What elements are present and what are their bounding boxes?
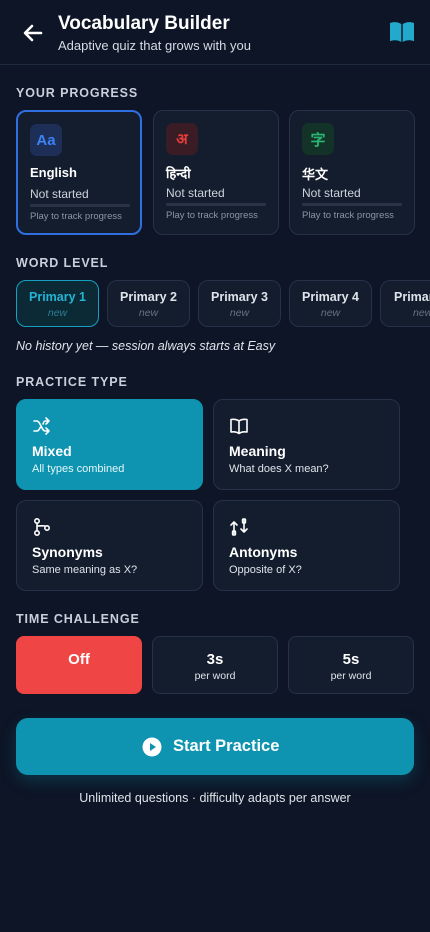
start-practice-button[interactable]: Start Practice: [16, 718, 414, 775]
level-name: Primary 4: [302, 290, 359, 304]
level-chip-primary-5[interactable]: Primary 5 new: [380, 280, 430, 327]
language-hint: Play to track progress: [30, 211, 122, 222]
language-name: 华文: [302, 167, 329, 182]
shuffle-icon: [33, 417, 50, 435]
level-status: new: [229, 307, 250, 319]
level-status: new: [47, 307, 68, 319]
time-option-off[interactable]: Off: [16, 636, 142, 694]
language-hint: Play to track progress: [302, 210, 394, 221]
section-label-word-level: WORD LEVEL: [16, 256, 109, 270]
language-glyph-icon: Aa: [30, 124, 62, 156]
level-chip-primary-2[interactable]: Primary 2 new: [107, 280, 190, 327]
footer-note: Unlimited questions · difficulty adapts …: [79, 791, 351, 805]
section-label-progress: YOUR PROGRESS: [16, 86, 139, 100]
language-card-chinese[interactable]: 字 华文 Not started Play to track progress: [289, 110, 415, 235]
practice-type-name: Mixed: [32, 443, 72, 459]
language-card-hindi[interactable]: अ हिन्दी Not started Play to track progr…: [153, 110, 279, 235]
start-practice-label: Start Practice: [173, 737, 280, 755]
language-progress-bar: [302, 203, 402, 206]
level-chip-primary-3[interactable]: Primary 3 new: [198, 280, 281, 327]
level-status: new: [320, 307, 341, 319]
book-open-icon: [230, 418, 248, 435]
level-chip-primary-4[interactable]: Primary 4 new: [289, 280, 372, 327]
level-name: Primary 5: [394, 290, 430, 304]
practice-type-desc: All types combined: [32, 463, 125, 475]
language-name: English: [30, 165, 77, 180]
time-option-unit: per word: [330, 670, 372, 682]
book-icon[interactable]: [389, 20, 415, 44]
play-circle-icon: [142, 737, 162, 757]
time-option-unit: per word: [194, 670, 236, 682]
time-option-5s[interactable]: 5s per word: [288, 636, 414, 694]
practice-type-mixed[interactable]: Mixed All types combined: [16, 399, 203, 490]
language-glyph-icon: 字: [302, 123, 334, 155]
practice-type-name: Antonyms: [229, 544, 298, 560]
level-history-note: No history yet — session always starts a…: [16, 339, 276, 353]
language-glyph-icon: अ: [166, 123, 198, 155]
level-status: new: [138, 307, 159, 319]
language-hint: Play to track progress: [166, 210, 258, 221]
practice-type-name: Meaning: [229, 443, 286, 459]
app-header: Vocabulary Builder Adaptive quiz that gr…: [0, 0, 430, 65]
time-option-value: 5s: [342, 651, 360, 668]
git-branch-icon: [33, 517, 51, 537]
level-name: Primary 1: [29, 290, 86, 304]
level-status: new: [413, 307, 430, 319]
page-title: Vocabulary Builder: [58, 13, 230, 34]
swap-icon: [230, 518, 248, 536]
language-progress-bar: [30, 204, 130, 207]
practice-type-desc: Same meaning as X?: [32, 564, 138, 576]
page-subtitle: Adaptive quiz that grows with you: [58, 38, 251, 53]
practice-type-desc: Opposite of X?: [229, 564, 302, 576]
level-name: Primary 2: [120, 290, 177, 304]
language-status: Not started: [302, 186, 361, 200]
level-name: Primary 3: [211, 290, 268, 304]
time-option-3s[interactable]: 3s per word: [152, 636, 278, 694]
section-label-time-challenge: TIME CHALLENGE: [16, 612, 140, 626]
practice-type-name: Synonyms: [32, 544, 103, 560]
back-arrow-icon[interactable]: [20, 20, 46, 46]
language-status: Not started: [30, 187, 89, 201]
time-option-value: 3s: [206, 651, 224, 668]
practice-type-desc: What does X mean?: [229, 463, 329, 475]
practice-type-synonyms[interactable]: Synonyms Same meaning as X?: [16, 500, 203, 591]
language-card-english[interactable]: Aa English Not started Play to track pro…: [16, 110, 142, 235]
practice-type-meaning[interactable]: Meaning What does X mean?: [213, 399, 400, 490]
language-status: Not started: [166, 186, 225, 200]
language-name: हिन्दी: [166, 166, 191, 181]
practice-type-antonyms[interactable]: Antonyms Opposite of X?: [213, 500, 400, 591]
time-option-value: Off: [68, 651, 90, 668]
language-progress-bar: [166, 203, 266, 206]
section-label-practice-type: PRACTICE TYPE: [16, 375, 128, 389]
level-chip-primary-1[interactable]: Primary 1 new: [16, 280, 99, 327]
